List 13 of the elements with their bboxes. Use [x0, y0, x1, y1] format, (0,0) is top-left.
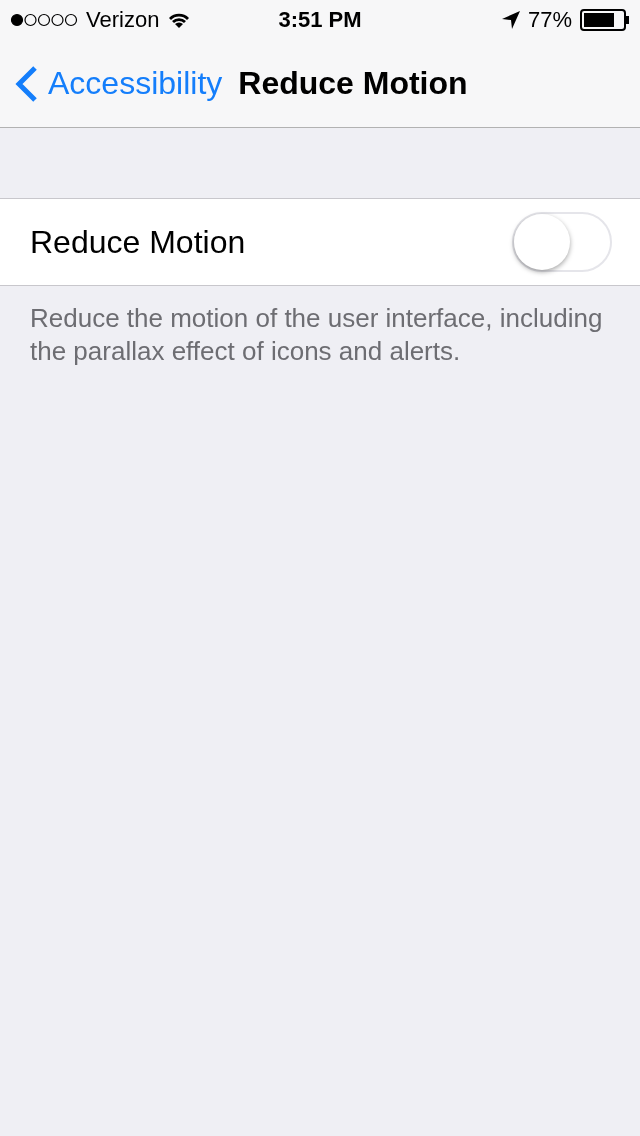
battery-percent: 77%	[527, 7, 572, 33]
carrier-name: Verizon	[86, 7, 160, 33]
signal-icon	[10, 13, 78, 27]
footer-note: Reduce the motion of the user interface, including the parallax effect of icons and alerts.	[30, 302, 604, 368]
page-title: Reduce Motion	[238, 65, 468, 102]
battery-icon	[580, 9, 630, 31]
setting-label: Reduce Motion	[30, 223, 246, 261]
toggle-switch[interactable]	[512, 212, 612, 272]
clock-time: 3:51 PM	[278, 7, 362, 33]
location-arrow-icon	[501, 11, 520, 29]
chevron-icon	[14, 64, 38, 103]
wifi-icon	[167, 11, 192, 29]
back-button[interactable]: Accessibility	[14, 64, 223, 103]
